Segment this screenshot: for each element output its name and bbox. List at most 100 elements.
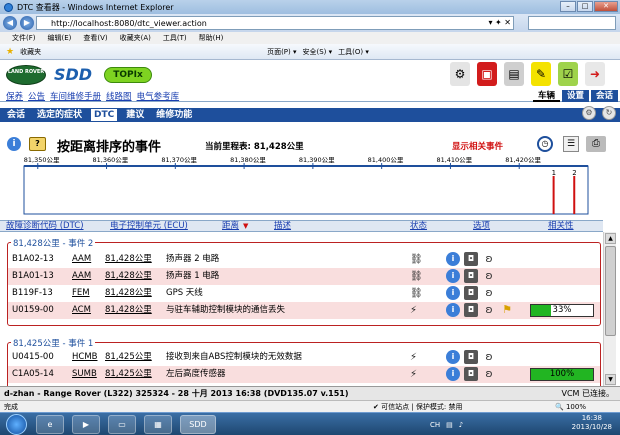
search-input[interactable] bbox=[528, 16, 616, 30]
favorites-label[interactable]: 收藏夹 bbox=[20, 47, 41, 57]
subtab-service-functions[interactable]: 维修功能 bbox=[153, 109, 195, 121]
camera-icon[interactable]: ◘ bbox=[464, 303, 478, 317]
dtc-info-icon[interactable]: i bbox=[446, 252, 460, 266]
scroll-thumb[interactable] bbox=[605, 246, 616, 336]
question-folder-icon[interactable]: ? bbox=[29, 137, 46, 151]
checklist-icon[interactable]: ☑ bbox=[558, 62, 578, 86]
dtc-info-icon[interactable]: i bbox=[446, 286, 460, 300]
ecu-link[interactable]: SUMB bbox=[72, 366, 97, 383]
col-description[interactable]: 描述 bbox=[274, 221, 291, 232]
probe-icon[interactable]: ʚ bbox=[482, 252, 496, 266]
refresh-session-icon[interactable]: ↻ bbox=[602, 106, 616, 120]
probe-icon[interactable]: ʚ bbox=[482, 303, 496, 317]
distance-link[interactable]: 81,428公里 bbox=[105, 285, 152, 302]
ecu-link[interactable]: FEM bbox=[72, 285, 90, 302]
link-bulletins[interactable]: 公告 bbox=[28, 90, 45, 102]
camera-icon[interactable]: ◘ bbox=[464, 286, 478, 300]
maximize-button[interactable]: □ bbox=[577, 1, 593, 12]
scroll-up-button[interactable]: ▲ bbox=[605, 233, 616, 244]
tab-session[interactable]: 会话 bbox=[590, 90, 618, 102]
ecu-link[interactable]: AAM bbox=[72, 268, 91, 285]
col-relevance[interactable]: 相关性 bbox=[548, 221, 574, 232]
menu-view[interactable]: 查看(V) bbox=[83, 33, 107, 43]
col-distance[interactable]: 距离 bbox=[222, 221, 239, 232]
link-electrical-library[interactable]: 电气参考库 bbox=[137, 90, 180, 102]
info-icon[interactable]: i bbox=[7, 137, 21, 151]
minimize-button[interactable]: – bbox=[560, 1, 576, 12]
link-wiring[interactable]: 线路图 bbox=[106, 90, 132, 102]
vertical-scrollbar[interactable]: ▲ ▼ bbox=[603, 232, 616, 386]
probe-icon[interactable]: ʚ bbox=[482, 286, 496, 300]
ecu-link[interactable]: ACM bbox=[72, 302, 91, 319]
page-menu[interactable]: 页面(P) ▾ bbox=[267, 47, 296, 57]
subtab-recommendations[interactable]: 建议 bbox=[123, 109, 147, 121]
subtab-dtc[interactable]: DTC bbox=[91, 109, 118, 121]
taskbar-folder-icon[interactable]: ▭ bbox=[108, 415, 136, 434]
printer-icon[interactable]: ⎙ bbox=[586, 136, 606, 152]
scroll-down-button[interactable]: ▼ bbox=[605, 374, 616, 385]
dtc-info-icon[interactable]: i bbox=[446, 269, 460, 283]
battery-icon[interactable]: ▤ bbox=[504, 62, 524, 86]
event-group-label[interactable]: 81,425公里 - 事件 1 bbox=[11, 337, 96, 349]
distance-link[interactable]: 81,425公里 bbox=[105, 349, 152, 366]
distance-link[interactable]: 81,428公里 bbox=[105, 268, 152, 285]
subtab-session[interactable]: 会话 bbox=[4, 109, 28, 121]
notes-icon[interactable]: ✎ bbox=[531, 62, 551, 86]
address-input[interactable]: http://localhost:8080/dtc_viewer.action … bbox=[36, 16, 514, 30]
table-row[interactable]: C1A05-14 SUMB 81,425公里 左后高度传感器 ⚡ i ◘ ʚ 1… bbox=[8, 366, 600, 383]
table-row[interactable]: U0415-00 HCMB 81,425公里 接收到来自ABS控制模块的无效数据… bbox=[8, 349, 600, 366]
show-relevant-events-link[interactable]: 显示相关事件 bbox=[452, 140, 503, 152]
camera-icon[interactable]: ◘ bbox=[464, 252, 478, 266]
sort-arrow-icon[interactable]: ▼ bbox=[243, 221, 248, 232]
menu-edit[interactable]: 编辑(E) bbox=[48, 33, 72, 43]
network-icon[interactable]: ⚙ bbox=[450, 62, 470, 86]
taskbar-ie-icon[interactable]: e bbox=[36, 415, 64, 434]
back-button[interactable]: ◀ bbox=[3, 16, 17, 30]
col-ecu[interactable]: 电子控制单元 (ECU) bbox=[110, 221, 188, 232]
dtc-info-icon[interactable]: i bbox=[446, 367, 460, 381]
ecu-link[interactable]: HCMB bbox=[72, 349, 98, 366]
topix-button[interactable]: TOPIx bbox=[104, 67, 152, 83]
taskbar-app-icon[interactable]: ▦ bbox=[144, 415, 172, 434]
subtab-symptoms[interactable]: 选定的症状 bbox=[34, 109, 85, 121]
forward-button[interactable]: ▶ bbox=[20, 16, 34, 30]
camera-icon[interactable]: ◘ bbox=[464, 269, 478, 283]
vci-icon[interactable]: ▣ bbox=[477, 62, 497, 86]
dtc-info-icon[interactable]: i bbox=[446, 303, 460, 317]
link-service[interactable]: 保养 bbox=[6, 90, 23, 102]
tools-menu[interactable]: 工具(O) ▾ bbox=[338, 47, 369, 57]
table-row[interactable]: U0159-00 ACM 81,428公里 与驻车辅助控制模块的通信丢失 ⚡ i… bbox=[8, 302, 600, 319]
table-row[interactable]: B1A02-13 AAM 81,428公里 扬声器 2 电路 ⛓ i ◘ ʚ bbox=[8, 251, 600, 268]
camera-icon[interactable]: ◘ bbox=[464, 367, 478, 381]
tab-vehicle[interactable]: 车辆 bbox=[532, 90, 560, 102]
flag-icon[interactable]: ⚑ bbox=[500, 303, 514, 317]
col-status[interactable]: 状态 bbox=[410, 221, 427, 232]
vehicle-info-icon[interactable]: ⚙ bbox=[582, 106, 596, 120]
tray-network-icon[interactable]: ▤ bbox=[446, 421, 453, 429]
tray-volume-icon[interactable]: ♪ bbox=[459, 421, 463, 429]
start-button[interactable] bbox=[6, 414, 27, 435]
close-button[interactable]: ✕ bbox=[594, 1, 618, 12]
menu-tools[interactable]: 工具(T) bbox=[163, 33, 187, 43]
distance-link[interactable]: 81,425公里 bbox=[105, 366, 152, 383]
taskbar-sdd-icon[interactable]: SDD bbox=[180, 415, 216, 434]
menu-favorites[interactable]: 收藏夹(A) bbox=[120, 33, 151, 43]
exit-icon[interactable]: ➜ bbox=[585, 62, 605, 86]
probe-icon[interactable]: ʚ bbox=[482, 350, 496, 364]
table-row[interactable]: B1A01-13 AAM 81,428公里 扬声器 1 电路 ⛓ i ◘ ʚ bbox=[8, 268, 600, 285]
list-icon[interactable]: ☰ bbox=[563, 136, 579, 152]
refresh-icon[interactable]: ▾ ✦ ✕ bbox=[488, 18, 511, 27]
clock-icon[interactable]: ◷ bbox=[537, 136, 553, 152]
probe-icon[interactable]: ʚ bbox=[482, 269, 496, 283]
taskbar-clock[interactable]: 16:38 2013/10/28 bbox=[572, 414, 612, 432]
menu-file[interactable]: 文件(F) bbox=[12, 33, 36, 43]
favorites-star-icon[interactable]: ★ bbox=[6, 47, 14, 57]
ecu-link[interactable]: AAM bbox=[72, 251, 91, 268]
col-options[interactable]: 选项 bbox=[473, 221, 490, 232]
distance-link[interactable]: 81,428公里 bbox=[105, 251, 152, 268]
link-workshop-manual[interactable]: 车间维修手册 bbox=[50, 90, 101, 102]
col-dtc[interactable]: 故障诊断代码 (DTC) bbox=[6, 221, 84, 232]
tray-lang[interactable]: CH bbox=[430, 421, 440, 429]
taskbar-media-icon[interactable]: ▶ bbox=[72, 415, 100, 434]
dtc-info-icon[interactable]: i bbox=[446, 350, 460, 364]
